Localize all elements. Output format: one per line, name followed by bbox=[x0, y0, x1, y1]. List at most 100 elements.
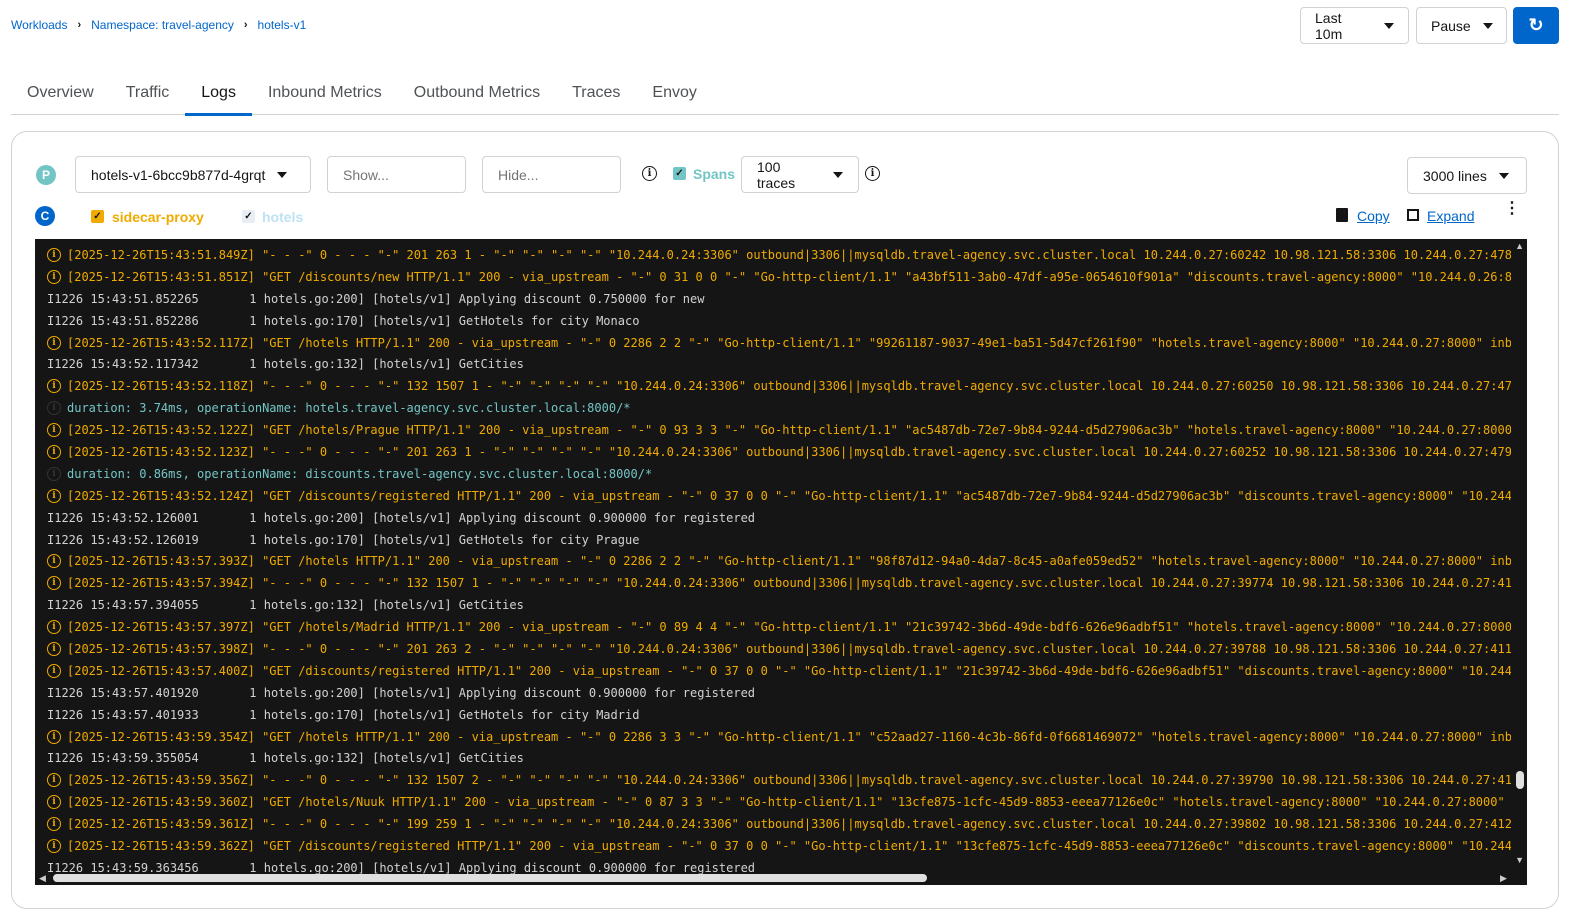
info-circle-icon: i bbox=[47, 269, 61, 284]
pod-select[interactable]: hotels-v1-6bcc9b877d-4grqt bbox=[75, 156, 311, 193]
info-circle-icon: i bbox=[47, 247, 61, 262]
log-line-text: I1226 15:43:57.401933 1 hotels.go:170] [… bbox=[47, 707, 640, 722]
traces-select[interactable]: 100 traces bbox=[741, 156, 859, 193]
caret-down-icon bbox=[277, 171, 288, 178]
sidecar-proxy-label: sidecar-proxy bbox=[112, 209, 204, 225]
log-line-app: I1226 15:43:57.401920 1 hotels.go:200] [… bbox=[35, 682, 1511, 704]
log-line-envoy: i [2025-12-26T15:43:52.124Z] "GET /discou… bbox=[35, 485, 1511, 507]
log-line-envoy: i [2025-12-26T15:43:52.123Z] "- - -" 0 - … bbox=[35, 441, 1511, 463]
caret-down-icon bbox=[1498, 172, 1509, 179]
info-circle-icon: i bbox=[47, 423, 61, 438]
info-icon[interactable]: i bbox=[865, 166, 880, 181]
log-line-span: i duration: 3.74ms, operationName: hotels… bbox=[35, 397, 1511, 419]
info-circle-icon: i bbox=[47, 641, 61, 656]
sidecar-proxy-checkbox[interactable]: ✓ bbox=[91, 210, 104, 223]
scroll-left-icon[interactable]: ◀ bbox=[39, 873, 46, 884]
tab-bar: Overview Traffic Logs Inbound Metrics Ou… bbox=[11, 70, 1559, 116]
tab-traces[interactable]: Traces bbox=[556, 70, 636, 115]
log-line-text: [2025-12-26T15:43:52.123Z] "- - -" 0 - -… bbox=[67, 444, 1511, 459]
tab-inbound-metrics[interactable]: Inbound Metrics bbox=[252, 70, 398, 115]
container-badge: C bbox=[35, 206, 55, 226]
info-circle-icon: i bbox=[47, 773, 61, 788]
log-lines: i [2025-12-26T15:43:51.849Z] "- - -" 0 - … bbox=[35, 244, 1511, 879]
log-line-envoy: i [2025-12-26T15:43:57.393Z] "GET /hotels… bbox=[35, 550, 1511, 572]
tab-traffic[interactable]: Traffic bbox=[110, 70, 186, 115]
refresh-interval-dropdown[interactable]: Pause bbox=[1416, 7, 1507, 44]
vertical-scroll-thumb[interactable] bbox=[1516, 771, 1524, 789]
breadcrumb-workload[interactable]: hotels-v1 bbox=[258, 18, 307, 32]
log-line-envoy: i [2025-12-26T15:43:52.122Z] "GET /hotels… bbox=[35, 419, 1511, 441]
tab-overview[interactable]: Overview bbox=[11, 70, 110, 115]
breadcrumb-namespace[interactable]: Namespace: travel-agency bbox=[91, 18, 234, 32]
log-line-app: I1226 15:43:51.852286 1 hotels.go:170] [… bbox=[35, 310, 1511, 332]
vertical-scrollbar[interactable]: ▲ ▼ bbox=[1511, 239, 1527, 871]
time-range-dropdown[interactable]: Last 10m bbox=[1300, 7, 1409, 44]
log-line-app: I1226 15:43:51.852265 1 hotels.go:200] [… bbox=[35, 288, 1511, 310]
chevron-right-icon: › bbox=[77, 19, 82, 31]
scroll-up-icon[interactable]: ▲ bbox=[1515, 241, 1524, 251]
tab-envoy[interactable]: Envoy bbox=[636, 70, 712, 115]
log-line-text: [2025-12-26T15:43:52.118Z] "- - -" 0 - -… bbox=[67, 379, 1511, 394]
chevron-right-icon: › bbox=[243, 19, 248, 31]
traces-value: 100 traces bbox=[757, 158, 796, 191]
log-line-envoy: i [2025-12-26T15:43:59.362Z] "GET /discou… bbox=[35, 835, 1511, 857]
log-line-text: I1226 15:43:51.852265 1 hotels.go:200] [… bbox=[47, 291, 705, 306]
expand-link[interactable]: Expand bbox=[1427, 208, 1474, 224]
breadcrumb-workloads[interactable]: Workloads bbox=[11, 18, 67, 32]
log-line-text: [2025-12-26T15:43:51.849Z] "- - -" 0 - -… bbox=[67, 247, 1511, 262]
log-line-text: [2025-12-26T15:43:59.361Z] "- - -" 0 - -… bbox=[67, 817, 1511, 832]
info-circle-icon: i bbox=[47, 466, 61, 481]
log-line-text: [2025-12-26T15:43:59.362Z] "GET /discoun… bbox=[67, 838, 1511, 853]
lines-select[interactable]: 3000 lines bbox=[1407, 157, 1527, 194]
hotels-label: hotels bbox=[262, 209, 304, 225]
log-line-envoy: i [2025-12-26T15:43:57.394Z] "- - -" 0 - … bbox=[35, 572, 1511, 594]
lines-value: 3000 lines bbox=[1423, 167, 1487, 184]
time-range-value: Last 10m bbox=[1315, 9, 1343, 42]
log-line-app: I1226 15:43:57.401933 1 hotels.go:170] [… bbox=[35, 704, 1511, 726]
log-line-text: I1226 15:43:57.394055 1 hotels.go:132] [… bbox=[47, 598, 524, 613]
pod-badge: P bbox=[36, 165, 56, 185]
info-icon[interactable]: i bbox=[642, 166, 657, 181]
log-line-app: I1226 15:43:57.394055 1 hotels.go:132] [… bbox=[35, 594, 1511, 616]
info-circle-icon: i bbox=[47, 335, 61, 350]
log-line-envoy: i [2025-12-26T15:43:57.398Z] "- - -" 0 - … bbox=[35, 638, 1511, 660]
log-line-envoy: i [2025-12-26T15:43:59.354Z] "GET /hotels… bbox=[35, 726, 1511, 748]
log-line-app: I1226 15:43:59.355054 1 hotels.go:132] [… bbox=[35, 747, 1511, 769]
log-line-text: duration: 0.86ms, operationName: discoun… bbox=[67, 466, 653, 481]
info-circle-icon: i bbox=[47, 729, 61, 744]
hotels-checkbox[interactable]: ✓ bbox=[242, 210, 255, 223]
show-filter-input[interactable] bbox=[327, 156, 466, 193]
info-circle-icon: i bbox=[47, 488, 61, 503]
log-line-text: I1226 15:43:52.126001 1 hotels.go:200] [… bbox=[47, 510, 756, 525]
info-circle-icon: i bbox=[47, 554, 61, 569]
info-circle-icon: i bbox=[47, 620, 61, 635]
log-line-app: I1226 15:43:52.117342 1 hotels.go:132] [… bbox=[35, 353, 1511, 375]
scroll-right-icon[interactable]: ▶ bbox=[1500, 873, 1507, 884]
copy-link[interactable]: Copy bbox=[1357, 208, 1390, 224]
tab-logs[interactable]: Logs bbox=[185, 70, 252, 116]
scroll-down-icon[interactable]: ▼ bbox=[1515, 855, 1524, 865]
sync-icon: ↻ bbox=[1528, 15, 1544, 35]
kebab-menu-icon[interactable]: ⋮ bbox=[1504, 201, 1520, 217]
log-line-text: [2025-12-26T15:43:52.117Z] "GET /hotels … bbox=[67, 335, 1511, 350]
horizontal-scrollbar[interactable]: ◀ ▶ bbox=[35, 871, 1527, 885]
horizontal-scroll-thumb[interactable] bbox=[53, 874, 927, 882]
caret-down-icon bbox=[1384, 22, 1394, 29]
caret-down-icon bbox=[1482, 22, 1493, 29]
log-line-envoy: i [2025-12-26T15:43:57.397Z] "GET /hotels… bbox=[35, 616, 1511, 638]
tab-outbound-metrics[interactable]: Outbound Metrics bbox=[398, 70, 556, 115]
info-circle-icon: i bbox=[47, 576, 61, 591]
info-circle-icon: i bbox=[47, 401, 61, 416]
log-line-text: [2025-12-26T15:43:57.397Z] "GET /hotels/… bbox=[67, 620, 1511, 635]
log-viewer[interactable]: i [2025-12-26T15:43:51.849Z] "- - -" 0 - … bbox=[35, 239, 1527, 885]
breadcrumb: Workloads › Namespace: travel-agency › h… bbox=[11, 18, 306, 32]
refresh-button[interactable]: ↻ bbox=[1513, 7, 1559, 44]
log-line-envoy: i [2025-12-26T15:43:59.360Z] "GET /hotels… bbox=[35, 791, 1511, 813]
hide-filter-input[interactable] bbox=[482, 156, 621, 193]
log-line-text: I1226 15:43:51.852286 1 hotels.go:170] [… bbox=[47, 313, 640, 328]
spans-checkbox[interactable]: ✓ bbox=[673, 167, 686, 180]
log-line-text: [2025-12-26T15:43:52.124Z] "GET /discoun… bbox=[67, 488, 1511, 503]
expand-icon bbox=[1407, 209, 1419, 221]
log-line-text: [2025-12-26T15:43:52.122Z] "GET /hotels/… bbox=[67, 423, 1511, 438]
log-line-text: duration: 3.74ms, operationName: hotels.… bbox=[67, 401, 631, 416]
